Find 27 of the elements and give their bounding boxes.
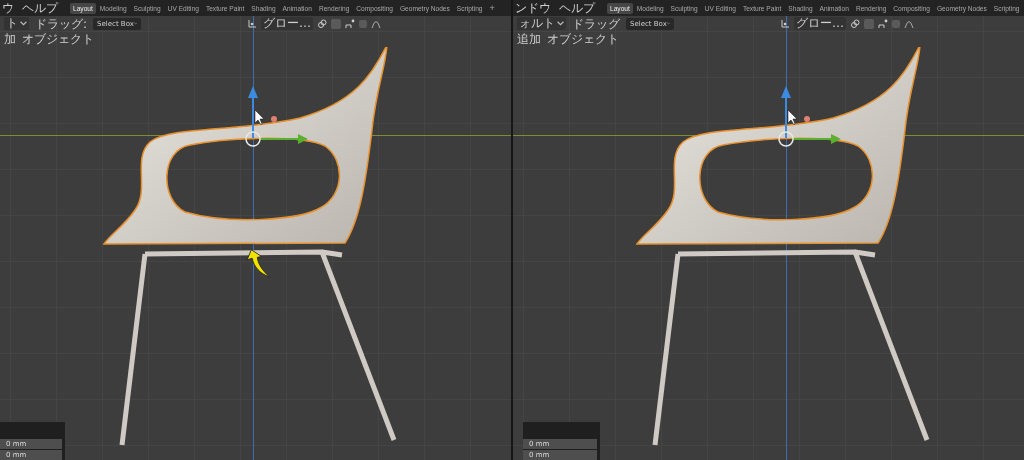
menu-item[interactable]: ウ	[2, 0, 14, 16]
snap-toggle[interactable]	[331, 18, 342, 29]
link-icon[interactable]	[850, 18, 860, 29]
orientation-dropdown[interactable]: グロー…	[794, 17, 846, 30]
snap-icon[interactable]	[345, 18, 356, 29]
add-workspace-button[interactable]: +	[486, 2, 498, 14]
mode-dropdown[interactable]: ト	[4, 17, 29, 30]
link-icon[interactable]	[317, 18, 328, 29]
axes-icon[interactable]	[780, 18, 790, 29]
add-menu[interactable]: 加	[4, 31, 16, 46]
mode-dropdown[interactable]: ォルト	[517, 17, 566, 30]
menu-item[interactable]: ヘルプ	[559, 0, 595, 16]
proportional-toggle[interactable]	[892, 19, 900, 28]
axes-icon[interactable]	[247, 18, 258, 29]
drag-label: ドラッグ:	[35, 16, 88, 31]
snap-toggle[interactable]	[864, 18, 874, 29]
object-menu[interactable]: オブジェクト	[22, 31, 94, 46]
drag-label: ドラッグ	[572, 16, 620, 31]
add-menu[interactable]: 追加	[517, 31, 541, 46]
falloff-icon[interactable]	[371, 18, 382, 29]
orientation-dropdown[interactable]: グロー…	[261, 17, 314, 30]
snap-icon[interactable]	[878, 18, 888, 29]
proportional-toggle[interactable]	[359, 19, 368, 28]
falloff-icon[interactable]	[904, 18, 914, 29]
menu-item[interactable]: ンドウ	[515, 0, 551, 16]
object-menu[interactable]: オブジェクト	[547, 31, 619, 46]
menu-item[interactable]: ヘルプ	[22, 0, 58, 16]
